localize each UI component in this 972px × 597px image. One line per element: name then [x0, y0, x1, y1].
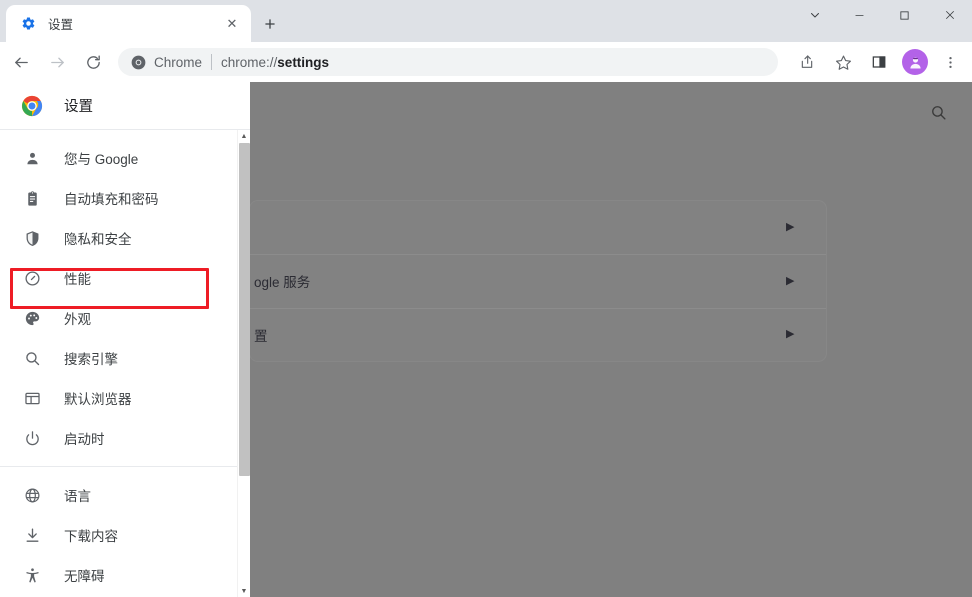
minimize-button[interactable] [837, 0, 882, 30]
chevron-right-icon: ▶ [786, 221, 795, 234]
clipboard-icon [22, 188, 42, 208]
sidebar-nav-list: 您与 Google 自动填充和密码 隐私和安全 性能 外观 搜索引擎 默认浏览器… [0, 130, 250, 597]
sidebar-item-appearance[interactable]: 外观 [0, 298, 250, 338]
sidebar-item-label: 默认浏览器 [64, 392, 132, 407]
scrollbar-thumb[interactable] [239, 143, 250, 476]
tab-title: 设置 [48, 18, 74, 32]
sidebar-title: 设置 [64, 99, 93, 115]
settings-card-row[interactable]: 置 ▶ [250, 307, 826, 361]
omnibox-url-page: settings [277, 54, 330, 70]
sidebar-item-downloads[interactable]: 下载内容 [0, 515, 250, 555]
omnibox-separator [211, 54, 213, 70]
sidebar-item-label: 自动填充和密码 [64, 192, 159, 207]
sidebar-item-label: 无障碍 [64, 569, 105, 584]
sidebar-item-performance[interactable]: 性能 [0, 258, 250, 298]
sidebar-scrollbar[interactable]: ▲ ▼ [237, 130, 250, 597]
omnibox-url: chrome://settings [221, 55, 329, 70]
settings-content-scrim: ▶ ogle 服务 ▶ 置 ▶ [250, 82, 972, 597]
palette-icon [22, 308, 42, 328]
address-bar[interactable]: Chrome chrome://settings [118, 48, 778, 76]
settings-page: ▶ ogle 服务 ▶ 置 ▶ 设置 您与 Google 自动填充和密码 隐私和… [0, 82, 972, 597]
sidebar-item-label: 下载内容 [64, 529, 118, 544]
browser-tab-settings[interactable]: 设置 ✕ [6, 5, 251, 42]
settings-card: ▶ ogle 服务 ▶ 置 ▶ [250, 201, 826, 361]
power-icon [22, 428, 42, 448]
search-icon[interactable] [927, 101, 949, 123]
browser-toolbar: Chrome chrome://settings [0, 42, 972, 82]
profile-avatar[interactable] [902, 49, 928, 75]
sidebar-item-accessibility[interactable]: 无障碍 [0, 555, 250, 595]
globe-icon [22, 485, 42, 505]
sidebar-item-label: 搜索引擎 [64, 352, 118, 367]
accessibility-icon [22, 565, 42, 585]
settings-sidebar: 设置 您与 Google 自动填充和密码 隐私和安全 性能 外观 搜索引擎 默认… [0, 82, 250, 597]
new-tab-button[interactable] [256, 10, 284, 38]
sidebar-item-you-and-google[interactable]: 您与 Google [0, 138, 250, 178]
side-panel-icon[interactable] [864, 47, 894, 77]
sidebar-item-default-browser[interactable]: 默认浏览器 [0, 378, 250, 418]
chrome-menu-icon[interactable] [936, 47, 964, 77]
download-icon [22, 525, 42, 545]
speedometer-icon [22, 268, 42, 288]
browser-window: 设置 ✕ Chrome chrome://settings ▶ ogle 服务 … [0, 0, 972, 597]
settings-card-row[interactable]: ogle 服务 ▶ [250, 254, 826, 307]
sidebar-item-label: 隐私和安全 [64, 232, 132, 247]
sidebar-item-label: 启动时 [64, 432, 105, 447]
sidebar-item-label: 语言 [64, 489, 91, 504]
browser-window-icon [22, 388, 42, 408]
chevron-right-icon: ▶ [786, 328, 795, 341]
sidebar-item-label: 性能 [64, 272, 91, 287]
chevron-right-icon: ▶ [786, 274, 795, 287]
maximize-button[interactable] [882, 0, 927, 30]
person-icon [22, 148, 42, 168]
reload-icon[interactable] [78, 47, 108, 77]
window-controls [792, 0, 972, 42]
settings-card-row[interactable]: ▶ [250, 201, 826, 254]
share-icon[interactable] [792, 47, 822, 77]
toolbar-actions [786, 47, 972, 77]
scroll-up-arrow-icon[interactable]: ▲ [238, 130, 250, 142]
sidebar-header: 设置 [0, 82, 250, 130]
gear-icon [20, 16, 36, 32]
settings-card-row-label: 置 [254, 328, 268, 344]
chrome-logo-icon [20, 94, 44, 118]
sidebar-item-languages[interactable]: 语言 [0, 475, 250, 515]
sidebar-item-privacy-security[interactable]: 隐私和安全 [0, 218, 250, 258]
sidebar-divider [0, 466, 250, 467]
tab-strip: 设置 ✕ [0, 0, 972, 42]
bookmark-star-icon[interactable] [828, 47, 858, 77]
omnibox-chip-label: Chrome [154, 54, 203, 70]
scroll-down-arrow-icon[interactable]: ▼ [238, 585, 250, 597]
sidebar-item-autofill-passwords[interactable]: 自动填充和密码 [0, 178, 250, 218]
sidebar-item-label: 您与 Google [64, 152, 139, 167]
sidebar-item-on-startup[interactable]: 启动时 [0, 418, 250, 458]
close-icon[interactable]: ✕ [223, 15, 241, 33]
shield-icon [22, 228, 42, 248]
forward-icon[interactable] [42, 47, 72, 77]
close-window-button[interactable] [927, 0, 972, 30]
tab-search-button[interactable] [792, 0, 837, 30]
omnibox-url-prefix: chrome:// [221, 54, 278, 70]
sidebar-item-label: 外观 [64, 312, 91, 327]
sidebar-item-search-engine[interactable]: 搜索引擎 [0, 338, 250, 378]
settings-card-row-label: ogle 服务 [254, 275, 311, 291]
search-icon [22, 348, 42, 368]
back-icon[interactable] [6, 47, 36, 77]
chrome-logo-icon [130, 54, 146, 70]
